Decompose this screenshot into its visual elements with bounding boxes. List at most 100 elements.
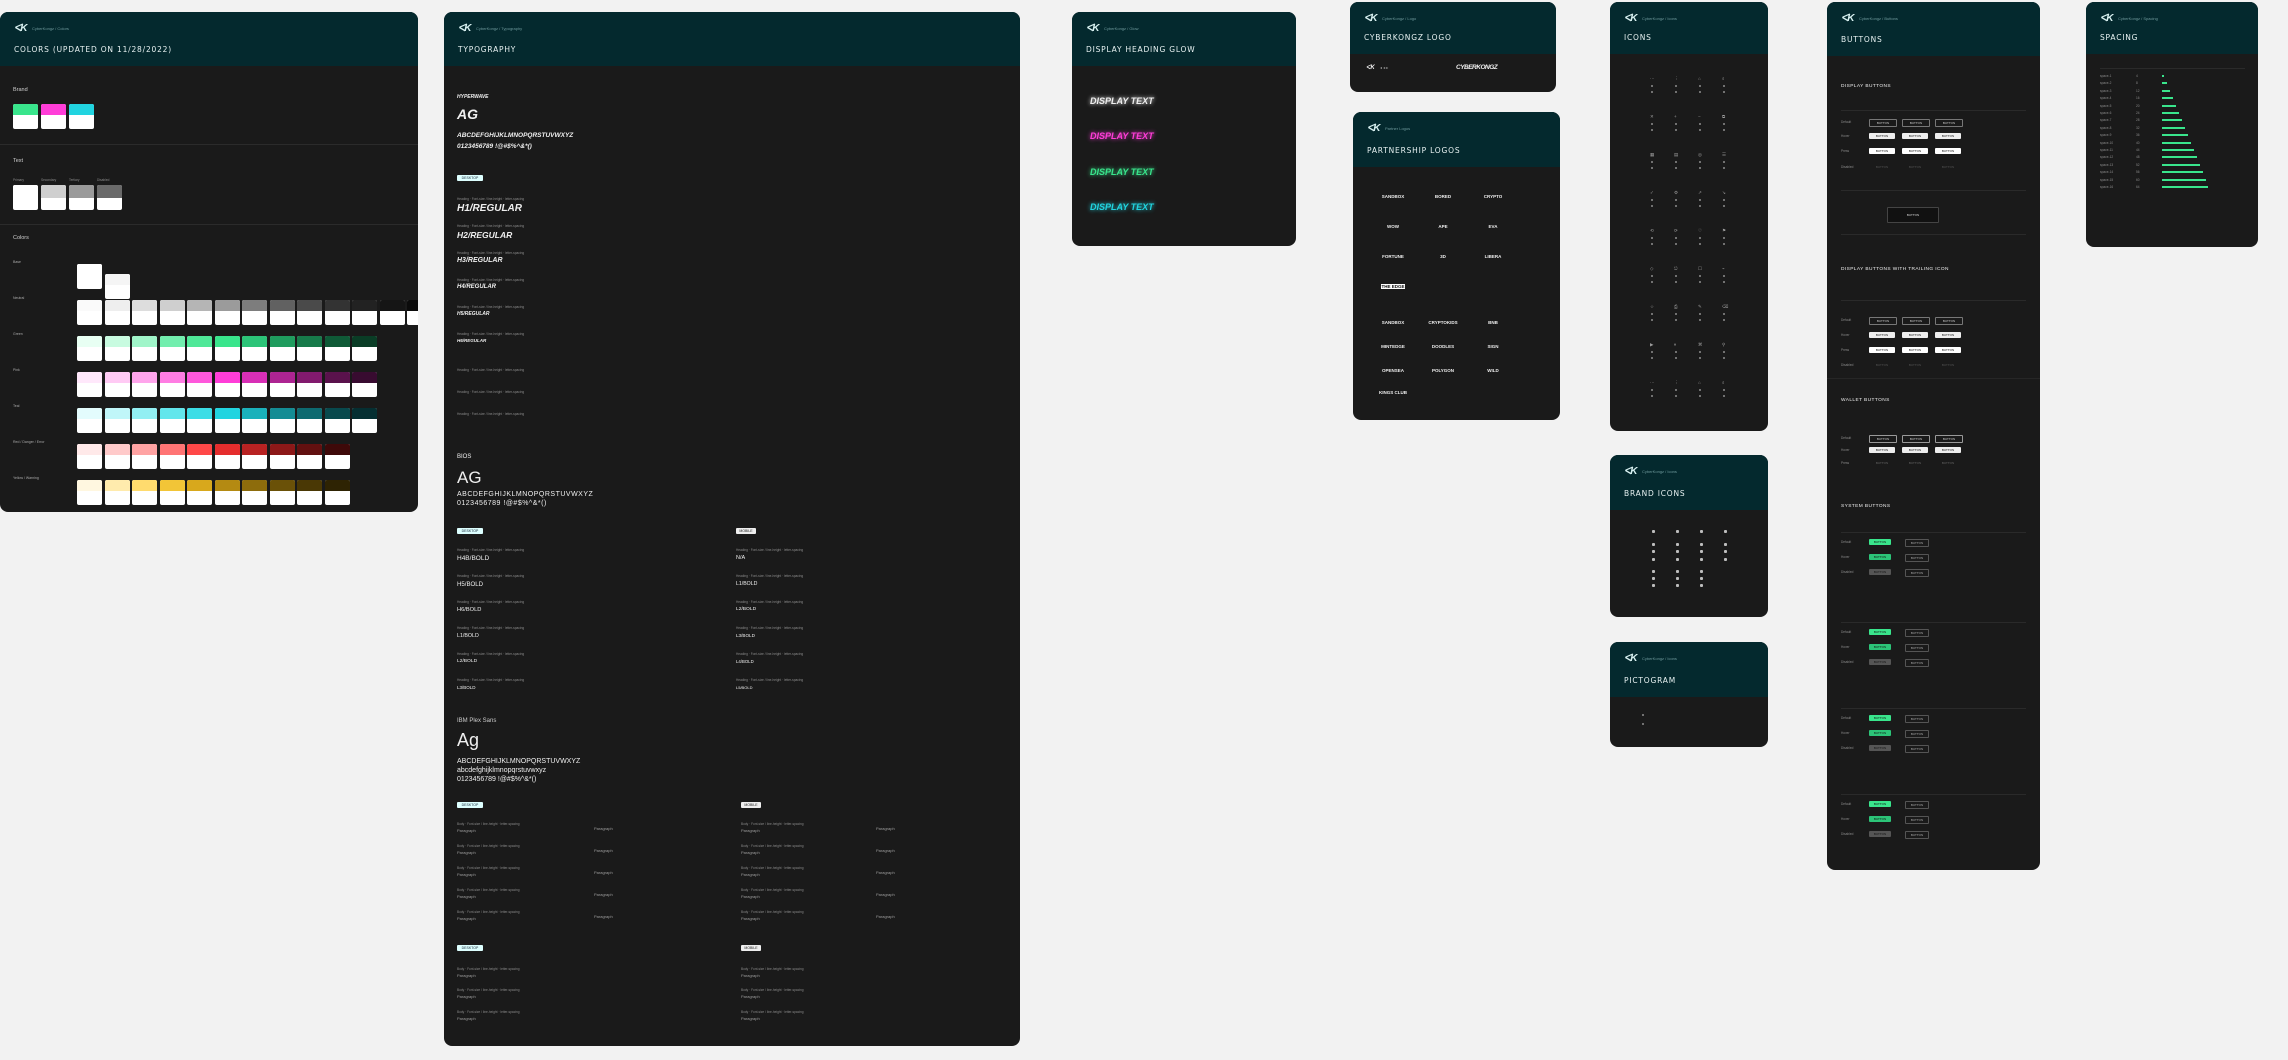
icon-dot — [1675, 237, 1677, 239]
font2-name: BIOS — [457, 454, 472, 460]
button-sample: BUTTON — [1902, 347, 1928, 353]
swatch-fill — [297, 372, 322, 383]
icon-dot — [1651, 319, 1653, 321]
spacing-token: space-2 — [2100, 81, 2112, 86]
brand-icon — [1700, 530, 1703, 533]
glow-teal: DISPLAY TEXT — [1090, 202, 1154, 212]
swatch-fill — [77, 444, 102, 455]
brand-icon — [1700, 570, 1703, 573]
swatch-fill — [69, 185, 94, 198]
icon-glyph: ⏸ — [1674, 342, 1677, 347]
button-sample: BUTTON — [1902, 148, 1928, 154]
icon-dot — [1651, 199, 1653, 201]
button-sample: BUTTON — [1935, 435, 1963, 443]
frame-subtitle: CyberKongz / Spacing — [2118, 16, 2158, 21]
color-swatch — [324, 480, 350, 505]
state-label: Press — [1841, 461, 1850, 465]
bios-sample: H6/BOLD — [457, 607, 482, 613]
swatch-fill — [352, 336, 377, 347]
icon-dot — [1723, 351, 1725, 353]
ramp-label: Red / Danger / Error — [13, 440, 45, 444]
table-line — [1841, 110, 2026, 111]
swatch-fill — [242, 480, 267, 491]
swatch-fill — [242, 444, 267, 455]
system-button: BUTTON — [1869, 801, 1891, 807]
icon-glyph: ⋮ — [1674, 76, 1679, 81]
state-label: Hover — [1841, 448, 1850, 452]
frame-subtitle: CyberKongz / Buttons — [1859, 16, 1898, 21]
typography-frame: ᐸK CyberKongz / Typography TYPOGRAPHY HY… — [444, 12, 1020, 1046]
logo-icon: ᐸK — [14, 23, 27, 34]
icon-dot — [1675, 123, 1677, 125]
style-meta: Heading · Font-size / line-height · lett… — [736, 548, 804, 552]
spacing-bar — [2162, 134, 2188, 137]
swatch-fill — [187, 300, 212, 311]
swatch-fill — [132, 444, 157, 455]
color-swatch — [159, 480, 185, 505]
style-meta: Heading · Font-size / line-height · lett… — [736, 626, 804, 630]
heading-sample: H5/REGULAR — [457, 311, 490, 317]
plex-sample: Paragraph — [741, 994, 760, 999]
plex-sample: Paragraph — [741, 828, 760, 833]
icon-dot — [1651, 161, 1653, 163]
spacing-value: 60 — [2136, 177, 2140, 182]
spacing-bar — [2162, 186, 2208, 188]
plex-sample: Paragraph — [741, 1016, 760, 1021]
brand-icon — [1676, 530, 1679, 533]
plex-sample: Paragraph — [741, 850, 760, 855]
table-line — [1841, 708, 2026, 709]
icon-glyph: ⚙ — [1674, 190, 1679, 195]
icon-dot — [1675, 313, 1677, 315]
frame-title: PARTNERSHIP LOGOS — [1367, 146, 1461, 155]
brand-icon — [1652, 550, 1655, 553]
brand-icon — [1724, 558, 1727, 561]
icon-dot — [1723, 281, 1725, 283]
color-swatch — [242, 336, 267, 361]
color-swatch — [159, 336, 185, 361]
style-meta: Heading · Font-size / line-height · lett… — [457, 600, 525, 604]
icon-dot — [1675, 357, 1677, 359]
icon-dot — [1651, 243, 1653, 245]
style-meta: Heading · Font-size / line-height · lett… — [457, 305, 525, 309]
icon-dot — [1675, 91, 1677, 93]
system-button: BUTTON — [1869, 715, 1891, 721]
swatch-fill — [297, 408, 322, 419]
color-swatch — [297, 300, 322, 325]
button-sample: BUTTON — [1869, 148, 1895, 154]
icons-frame: ᐸK CyberKongz / Icons ICONS ⋯ ⋮ ⌂ ⌕ ✕ + − ⧉ ▦ ▤ ◎ ☰… — [1610, 2, 1768, 431]
icon-glyph: ↗ — [1698, 190, 1702, 195]
icon-dot — [1699, 129, 1701, 131]
spacing-value: 28 — [2136, 118, 2140, 123]
color-swatch — [269, 480, 295, 505]
swatch-fill — [324, 408, 350, 419]
color-swatch — [13, 104, 38, 129]
icon-glyph: ☆ — [1650, 304, 1655, 309]
spacing-value: 44 — [2136, 148, 2140, 152]
bios-sample: H4B/BOLD — [457, 555, 490, 562]
icon-dot — [1675, 199, 1677, 201]
button-sample: BUTTON — [1935, 133, 1961, 139]
logo-icon: ᐸK — [1367, 123, 1380, 134]
swatch-fill — [324, 336, 350, 347]
color-swatch — [214, 300, 240, 325]
brand-icon — [1700, 550, 1703, 553]
style-meta: Heading · Font-size / line-height · lett… — [457, 390, 525, 394]
style-meta: Heading · Font-size / line-height · lett… — [457, 574, 525, 578]
brand-icon — [1652, 530, 1655, 533]
spacing-frame: ᐸK CyberKongz / Spacing SPACING space-1 4… — [2086, 2, 2258, 247]
partner-logo: MINTEDGE — [1381, 344, 1405, 349]
spacing-bar — [2162, 97, 2173, 100]
state-label: Disabled — [1841, 832, 1854, 836]
partner-logo: SANDBOX — [1381, 320, 1405, 325]
system-button: BUTTON — [1869, 569, 1891, 575]
table-line — [1841, 794, 2026, 795]
color-swatch — [132, 336, 157, 361]
icon-dot — [1651, 91, 1653, 93]
icon-dot — [1699, 167, 1701, 169]
icon-dot — [1723, 275, 1725, 277]
color-swatch — [214, 336, 240, 361]
spacing-token: space-9 — [2100, 133, 2112, 138]
logo-mark-icon: ᐸK — [1366, 65, 1375, 71]
text-swatch-label: Primary — [13, 178, 24, 182]
spacing-token: space-13 — [2100, 162, 2114, 167]
